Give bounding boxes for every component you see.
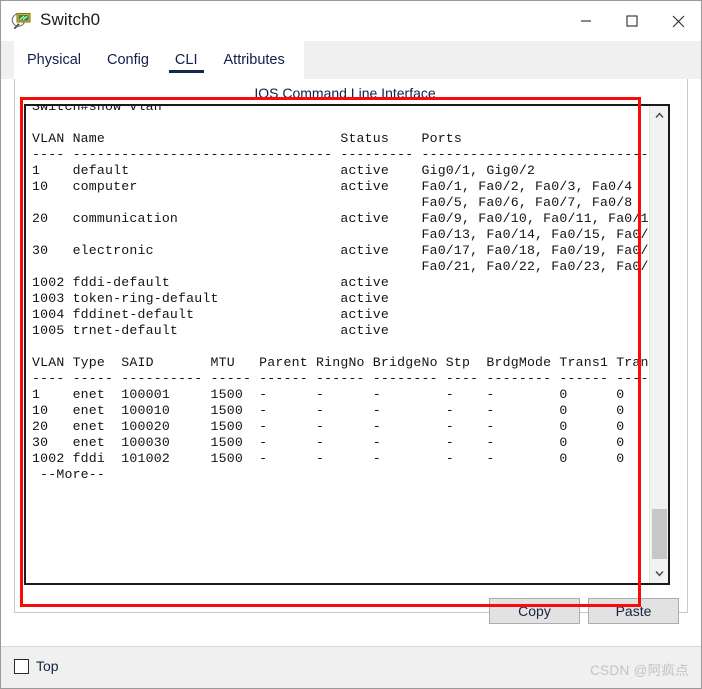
close-button[interactable] <box>655 1 701 41</box>
tab-cli-label: CLI <box>174 52 198 68</box>
maximize-button[interactable] <box>609 1 655 41</box>
window-controls <box>563 1 701 41</box>
tab-config-label: Config <box>107 52 149 68</box>
tab-strip: Physical Config CLI Attributes <box>1 41 701 79</box>
tab-attributes-label: Attributes <box>223 52 285 68</box>
cli-content-pane: IOS Command Line Interface Switch#show v… <box>14 79 688 613</box>
scrollbar-down-arrow[interactable] <box>650 564 668 583</box>
top-checkbox[interactable]: Top <box>14 658 59 674</box>
terminal-frame: Switch#show vlan VLAN Name Status Ports … <box>24 104 670 585</box>
tab-config[interactable]: Config <box>94 41 162 79</box>
copy-button[interactable]: Copy <box>489 598 580 624</box>
scrollbar-up-arrow[interactable] <box>650 106 668 125</box>
csdn-watermark: CSDN @阿疯点 <box>590 663 689 678</box>
top-checkbox-box[interactable] <box>14 658 29 674</box>
packet-tracer-switch-icon <box>11 11 31 31</box>
copy-button-label: Copy <box>518 603 551 619</box>
top-checkbox-label: Top <box>36 658 59 674</box>
title-bar: Switch0 <box>1 1 701 41</box>
cli-caption: IOS Command Line Interface <box>254 85 436 101</box>
minimize-button[interactable] <box>563 1 609 41</box>
tab-physical-label: Physical <box>27 52 81 68</box>
paste-button-label: Paste <box>615 603 652 619</box>
terminal-scrollbar[interactable] <box>649 106 668 583</box>
tab-list: Physical Config CLI Attributes <box>14 41 298 79</box>
bottom-bar: Top CSDN @阿疯点 <box>1 646 701 688</box>
window-title: Switch0 <box>40 10 101 29</box>
switch0-window: Switch0 Physical Config CLI Attributes I… <box>0 0 702 689</box>
paste-button[interactable]: Paste <box>588 598 679 624</box>
scrollbar-thumb[interactable] <box>652 509 667 559</box>
tab-physical[interactable]: Physical <box>14 41 94 79</box>
tab-cli[interactable]: CLI <box>162 41 211 79</box>
terminal-output[interactable]: Switch#show vlan VLAN Name Status Ports … <box>32 106 668 483</box>
tab-attributes[interactable]: Attributes <box>211 41 298 79</box>
